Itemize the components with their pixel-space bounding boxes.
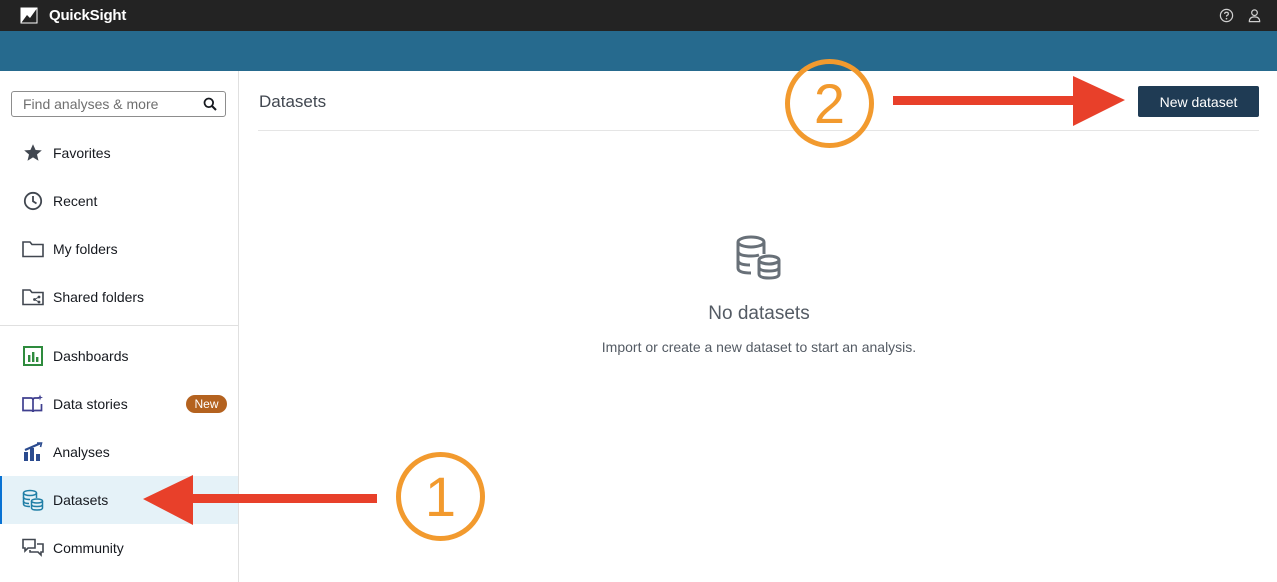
search-input[interactable] bbox=[12, 92, 200, 116]
datasets-icon bbox=[22, 489, 44, 511]
search-icon[interactable] bbox=[203, 97, 217, 111]
empty-state-title: No datasets bbox=[708, 303, 810, 324]
sidebar-item-label: Recent bbox=[53, 193, 98, 209]
community-icon bbox=[22, 537, 44, 559]
sidebar-item-label: My folders bbox=[53, 241, 118, 257]
sidebar-divider bbox=[0, 325, 238, 326]
sidebar-item-label: Data stories bbox=[53, 396, 128, 412]
header-banner bbox=[0, 31, 1277, 71]
search-box bbox=[11, 91, 226, 117]
sidebar-item-favorites[interactable]: Favorites bbox=[0, 129, 238, 177]
header-divider bbox=[258, 130, 1259, 131]
shared-folder-icon bbox=[22, 286, 44, 308]
quicksight-logo-icon bbox=[20, 7, 38, 24]
database-icon bbox=[736, 235, 781, 280]
annotation-arrow-left bbox=[143, 475, 377, 525]
annotation-arrow-right bbox=[893, 76, 1125, 126]
sidebar-item-community[interactable]: Community bbox=[0, 524, 238, 572]
sidebar-item-label: Datasets bbox=[53, 492, 109, 508]
dashboard-icon bbox=[22, 345, 44, 367]
sidebar-item-label: Dashboards bbox=[53, 348, 129, 364]
top-bar: QuickSight bbox=[0, 0, 1277, 31]
sidebar-item-recent[interactable]: Recent bbox=[0, 177, 238, 225]
annotation-number-1: 1 bbox=[396, 452, 485, 541]
sidebar-item-shared-folders[interactable]: Shared folders bbox=[0, 273, 238, 321]
empty-state-subtitle: Import or create a new dataset to start … bbox=[601, 339, 917, 355]
analyses-icon bbox=[22, 441, 44, 463]
folder-icon bbox=[22, 238, 44, 260]
help-icon[interactable] bbox=[1219, 8, 1234, 23]
sidebar-item-label: Community bbox=[53, 540, 124, 556]
sidebar-item-dashboards[interactable]: Dashboards bbox=[0, 332, 238, 380]
sidebar-item-label: Analyses bbox=[53, 444, 110, 460]
annotation-number-2: 2 bbox=[785, 59, 874, 148]
sidebar-item-label: Favorites bbox=[53, 145, 111, 161]
sidebar-item-label: Shared folders bbox=[53, 289, 145, 305]
page-title: Datasets bbox=[259, 92, 327, 111]
sidebar-item-data-stories[interactable]: Data stories New bbox=[0, 380, 238, 428]
app-logo[interactable]: QuickSight bbox=[20, 7, 126, 24]
data-stories-icon bbox=[22, 393, 44, 415]
star-icon bbox=[22, 142, 44, 164]
sidebar-item-analyses[interactable]: Analyses bbox=[0, 428, 238, 476]
new-badge: New bbox=[186, 395, 227, 413]
new-dataset-button[interactable]: New dataset bbox=[1138, 86, 1259, 117]
user-icon[interactable] bbox=[1247, 8, 1262, 23]
clock-icon bbox=[22, 190, 44, 212]
sidebar-item-my-folders[interactable]: My folders bbox=[0, 225, 238, 273]
app-name: QuickSight bbox=[49, 7, 127, 24]
